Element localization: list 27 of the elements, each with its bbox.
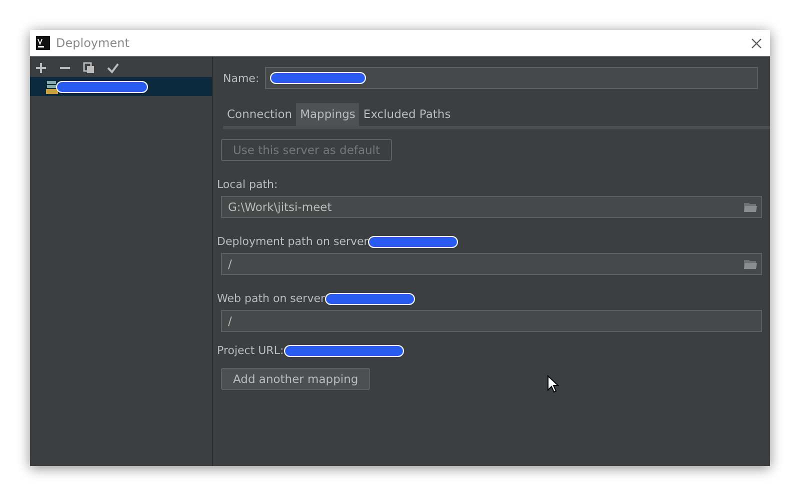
folder-icon[interactable] [744, 259, 757, 269]
path-value: / [228, 257, 232, 271]
close-icon[interactable] [751, 38, 762, 48]
tab[interactable]: Connection [223, 103, 296, 126]
path-value: / [228, 314, 232, 328]
window-title: Deployment [56, 36, 130, 50]
path-value: G:\Work\jitsi-meet [228, 200, 332, 214]
copy-icon[interactable] [83, 62, 95, 74]
path-label: Deployment path on server [217, 235, 368, 248]
folder-icon[interactable] [744, 202, 757, 212]
add-icon[interactable] [35, 62, 47, 74]
app-logo-icon [36, 36, 50, 50]
path-field[interactable]: / [221, 310, 762, 332]
pointer-cursor-icon [547, 375, 559, 393]
path-label: Local path: [217, 178, 278, 191]
add-mapping-button[interactable]: Add another mapping [221, 368, 370, 390]
name-field[interactable] [265, 67, 758, 89]
server-list-item[interactable] [30, 77, 212, 96]
path-field[interactable]: G:\Work\jitsi-meet [221, 196, 762, 218]
server-icon [46, 80, 58, 94]
tab[interactable]: Mappings [296, 103, 360, 126]
project-url-label: Project URL: [217, 344, 284, 357]
check-icon[interactable] [107, 62, 119, 74]
name-label: Name: [223, 72, 260, 84]
path-field[interactable]: / [221, 253, 762, 275]
path-label: Web path on server [217, 292, 326, 305]
tab[interactable]: Excluded Paths [359, 103, 455, 126]
